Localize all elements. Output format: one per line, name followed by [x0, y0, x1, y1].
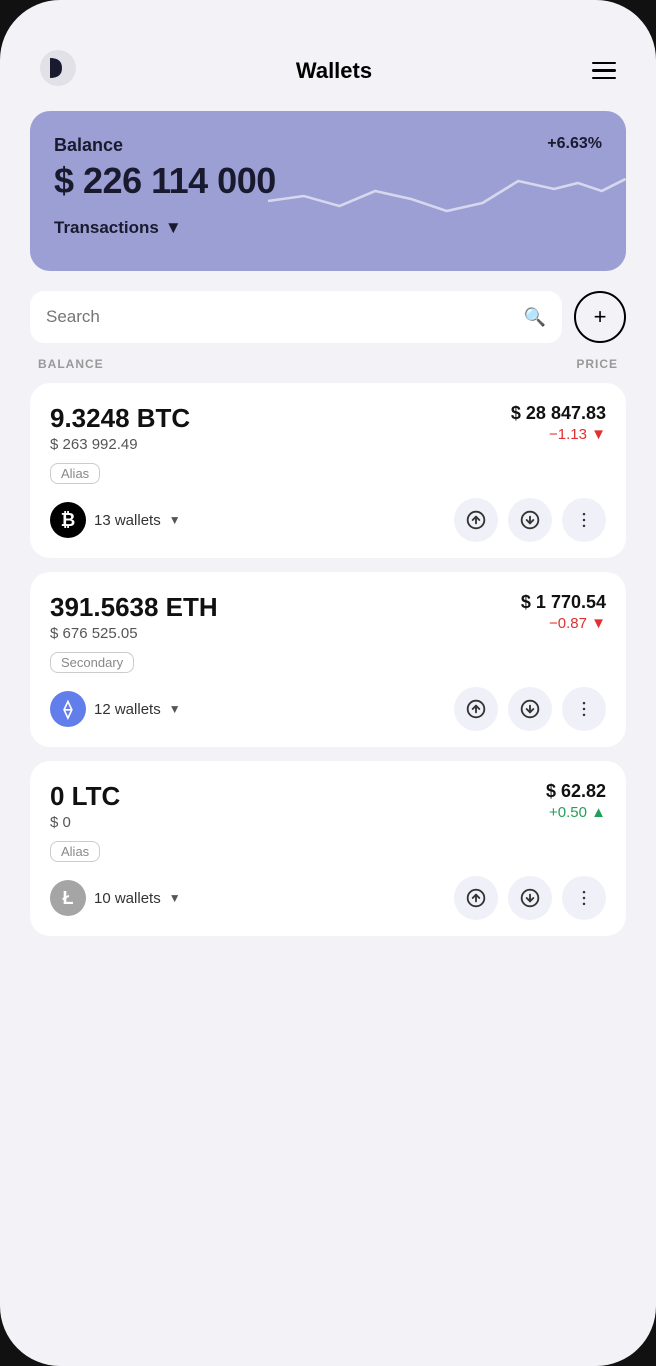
balance-amount: $ 226 114 000: [54, 160, 602, 202]
ltc-more-button[interactable]: [562, 876, 606, 920]
page-title: Wallets: [296, 58, 372, 84]
balance-label: Balance: [54, 135, 123, 156]
eth-amount: 391.5638 ETH: [50, 592, 218, 623]
btc-actions: [454, 498, 606, 542]
ltc-change: +0.50 ▲: [546, 804, 606, 821]
eth-send-button[interactable]: [454, 687, 498, 731]
search-box[interactable]: 🔍: [30, 291, 562, 343]
ltc-price: $ 62.82: [546, 781, 606, 802]
phone-frame: Wallets Balance +6.63% $ 226 114 000 Tra…: [0, 0, 656, 1366]
btc-price: $ 28 847.83: [511, 403, 606, 424]
btc-more-button[interactable]: [562, 498, 606, 542]
transactions-button[interactable]: Transactions ▼: [54, 218, 602, 238]
btc-wallets-count: 13 wallets: [94, 512, 161, 529]
ltc-receive-button[interactable]: [508, 876, 552, 920]
eth-actions: [454, 687, 606, 731]
balance-percent: +6.63%: [547, 135, 602, 153]
add-wallet-button[interactable]: +: [574, 291, 626, 343]
ltc-alias: Alias: [50, 841, 100, 862]
search-input[interactable]: [46, 307, 524, 327]
ltc-logo: Ł: [50, 880, 86, 916]
list-header: BALANCE PRICE: [30, 357, 626, 371]
price-column-header: PRICE: [576, 357, 618, 371]
ltc-wallets-count: 10 wallets: [94, 890, 161, 907]
ltc-expand-icon: ▼: [169, 891, 181, 905]
search-icon: 🔍: [524, 307, 546, 328]
search-row: 🔍 +: [30, 291, 626, 343]
eth-usd: $ 676 525.05: [50, 625, 218, 642]
coin-card-ltc: 0 LTC $ 0 Alias $ 62.82 +0.50 ▲ Ł 10 wal…: [30, 761, 626, 936]
eth-more-button[interactable]: [562, 687, 606, 731]
coin-list: 9.3248 BTC $ 263 992.49 Alias $ 28 847.8…: [30, 383, 626, 950]
eth-wallets-count: 12 wallets: [94, 701, 161, 718]
btc-wallet-info[interactable]: ₿ 13 wallets ▼: [50, 502, 181, 538]
btc-logo: ₿: [50, 502, 86, 538]
btc-send-button[interactable]: [454, 498, 498, 542]
ltc-send-button[interactable]: [454, 876, 498, 920]
eth-price: $ 1 770.54: [521, 592, 606, 613]
logo-icon: [40, 50, 76, 91]
eth-wallet-info[interactable]: ⟠ 12 wallets ▼: [50, 691, 181, 727]
btc-amount: 9.3248 BTC: [50, 403, 190, 434]
balance-column-header: BALANCE: [38, 357, 104, 371]
menu-button[interactable]: [592, 62, 616, 80]
ltc-amount: 0 LTC: [50, 781, 120, 812]
btc-usd: $ 263 992.49: [50, 436, 190, 453]
ltc-wallet-info[interactable]: Ł 10 wallets ▼: [50, 880, 181, 916]
btc-expand-icon: ▼: [169, 513, 181, 527]
ltc-usd: $ 0: [50, 814, 120, 831]
coin-card-btc: 9.3248 BTC $ 263 992.49 Alias $ 28 847.8…: [30, 383, 626, 558]
btc-receive-button[interactable]: [508, 498, 552, 542]
eth-logo: ⟠: [50, 691, 86, 727]
btc-change: −1.13 ▼: [511, 426, 606, 443]
eth-expand-icon: ▼: [169, 702, 181, 716]
eth-alias: Secondary: [50, 652, 134, 673]
ltc-actions: [454, 876, 606, 920]
eth-receive-button[interactable]: [508, 687, 552, 731]
btc-alias: Alias: [50, 463, 100, 484]
header: Wallets: [30, 40, 626, 111]
eth-change: −0.87 ▼: [521, 615, 606, 632]
coin-card-eth: 391.5638 ETH $ 676 525.05 Secondary $ 1 …: [30, 572, 626, 747]
balance-card: Balance +6.63% $ 226 114 000 Transaction…: [30, 111, 626, 271]
